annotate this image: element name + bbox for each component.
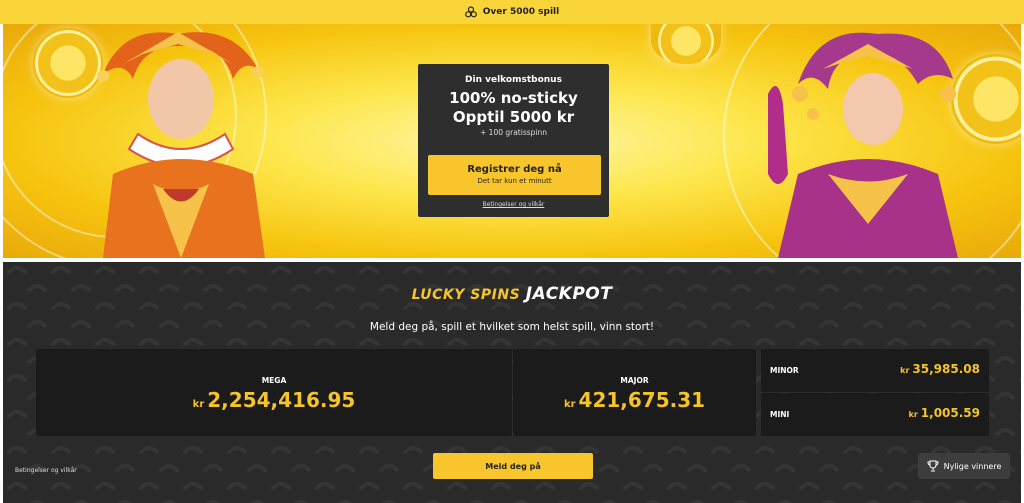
jackpot-subtitle: Meld deg på, spill et hvilket som helst … (369, 321, 655, 333)
major-jackpot-amount: kr 421,675.31 (513, 388, 756, 412)
hero-banner: Din velkomstbonus 100% no-sticky Opptil … (3, 24, 1021, 258)
welcome-bonus-panel: Din velkomstbonus 100% no-sticky Opptil … (418, 64, 609, 217)
mega-jackpot-value: 2,254,416.95 (207, 388, 356, 412)
jackpot-logo: LUCKY SPINS JACKPOT (3, 284, 1021, 304)
bonus-headline-line-2: Opptil 5000 kr (452, 108, 575, 126)
recent-winners-button[interactable]: Nylige vinnere (918, 453, 1010, 479)
jester-woman-right-image (768, 32, 958, 258)
minor-jackpot-value: 35,985.08 (912, 362, 980, 376)
jackpot-terms-link[interactable]: Betingelser og vilkår (15, 467, 77, 474)
minor-jackpot-amount: kr 35,985.08 (900, 362, 980, 376)
mega-jackpot-label: MEGA (261, 376, 287, 385)
register-button[interactable]: Registrer deg nå Det tar kun et minutt (428, 155, 601, 195)
jackpot-logo-lucky-spins: LUCKY SPINS (411, 287, 521, 303)
bonus-headline: 100% no-sticky Opptil 5000 kr (418, 89, 609, 127)
currency-label: kr (192, 399, 205, 410)
trophy-icon (927, 460, 939, 472)
currency-label: kr (563, 399, 576, 410)
mini-jackpot-label: MINI (770, 410, 790, 419)
major-jackpot-tile: MAJOR kr 421,675.31 (513, 349, 756, 436)
mini-jackpot-amount: kr 1,005.59 (909, 406, 980, 420)
register-button-sublabel: Det tar kun et minutt (477, 177, 552, 185)
mega-jackpot-amount: kr 2,254,416.95 (36, 388, 512, 412)
jackpot-logo-jackpot: JACKPOT (525, 284, 613, 304)
mini-jackpot-tile: MINI kr 1,005.59 (761, 393, 989, 436)
bonus-terms-link[interactable]: Betingelser og vilkår (418, 201, 609, 208)
casino-chip-image (651, 24, 721, 64)
bonus-headline-line-1: 100% no-sticky (449, 89, 578, 107)
currency-label: kr (900, 366, 910, 375)
mega-jackpot-tile: MEGA kr 2,254,416.95 (36, 349, 512, 436)
join-jackpot-button[interactable]: Meld deg på (433, 453, 593, 479)
major-jackpot-value: 421,675.31 (578, 388, 706, 412)
minor-jackpot-label: MINOR (770, 366, 799, 375)
minor-jackpot-tile: MINOR kr 35,985.08 (761, 349, 989, 392)
register-button-label: Registrer deg nå (467, 164, 562, 175)
chips-icon (464, 6, 477, 18)
major-jackpot-label: MAJOR (620, 376, 649, 385)
recent-winners-label: Nylige vinnere (943, 461, 1002, 471)
jackpot-section: LUCKY SPINS JACKPOT Meld deg på, spill e… (3, 262, 1021, 503)
games-count-text: Over 5000 spill (482, 7, 560, 17)
currency-label: kr (908, 410, 918, 419)
jester-woman-left-image (97, 32, 265, 258)
mini-jackpot-value: 1,005.59 (920, 406, 980, 420)
top-banner: Over 5000 spill (0, 0, 1024, 24)
bonus-title: Din velkomstbonus (465, 75, 562, 85)
bonus-extra-spins: + 100 gratisspinn (480, 128, 547, 137)
